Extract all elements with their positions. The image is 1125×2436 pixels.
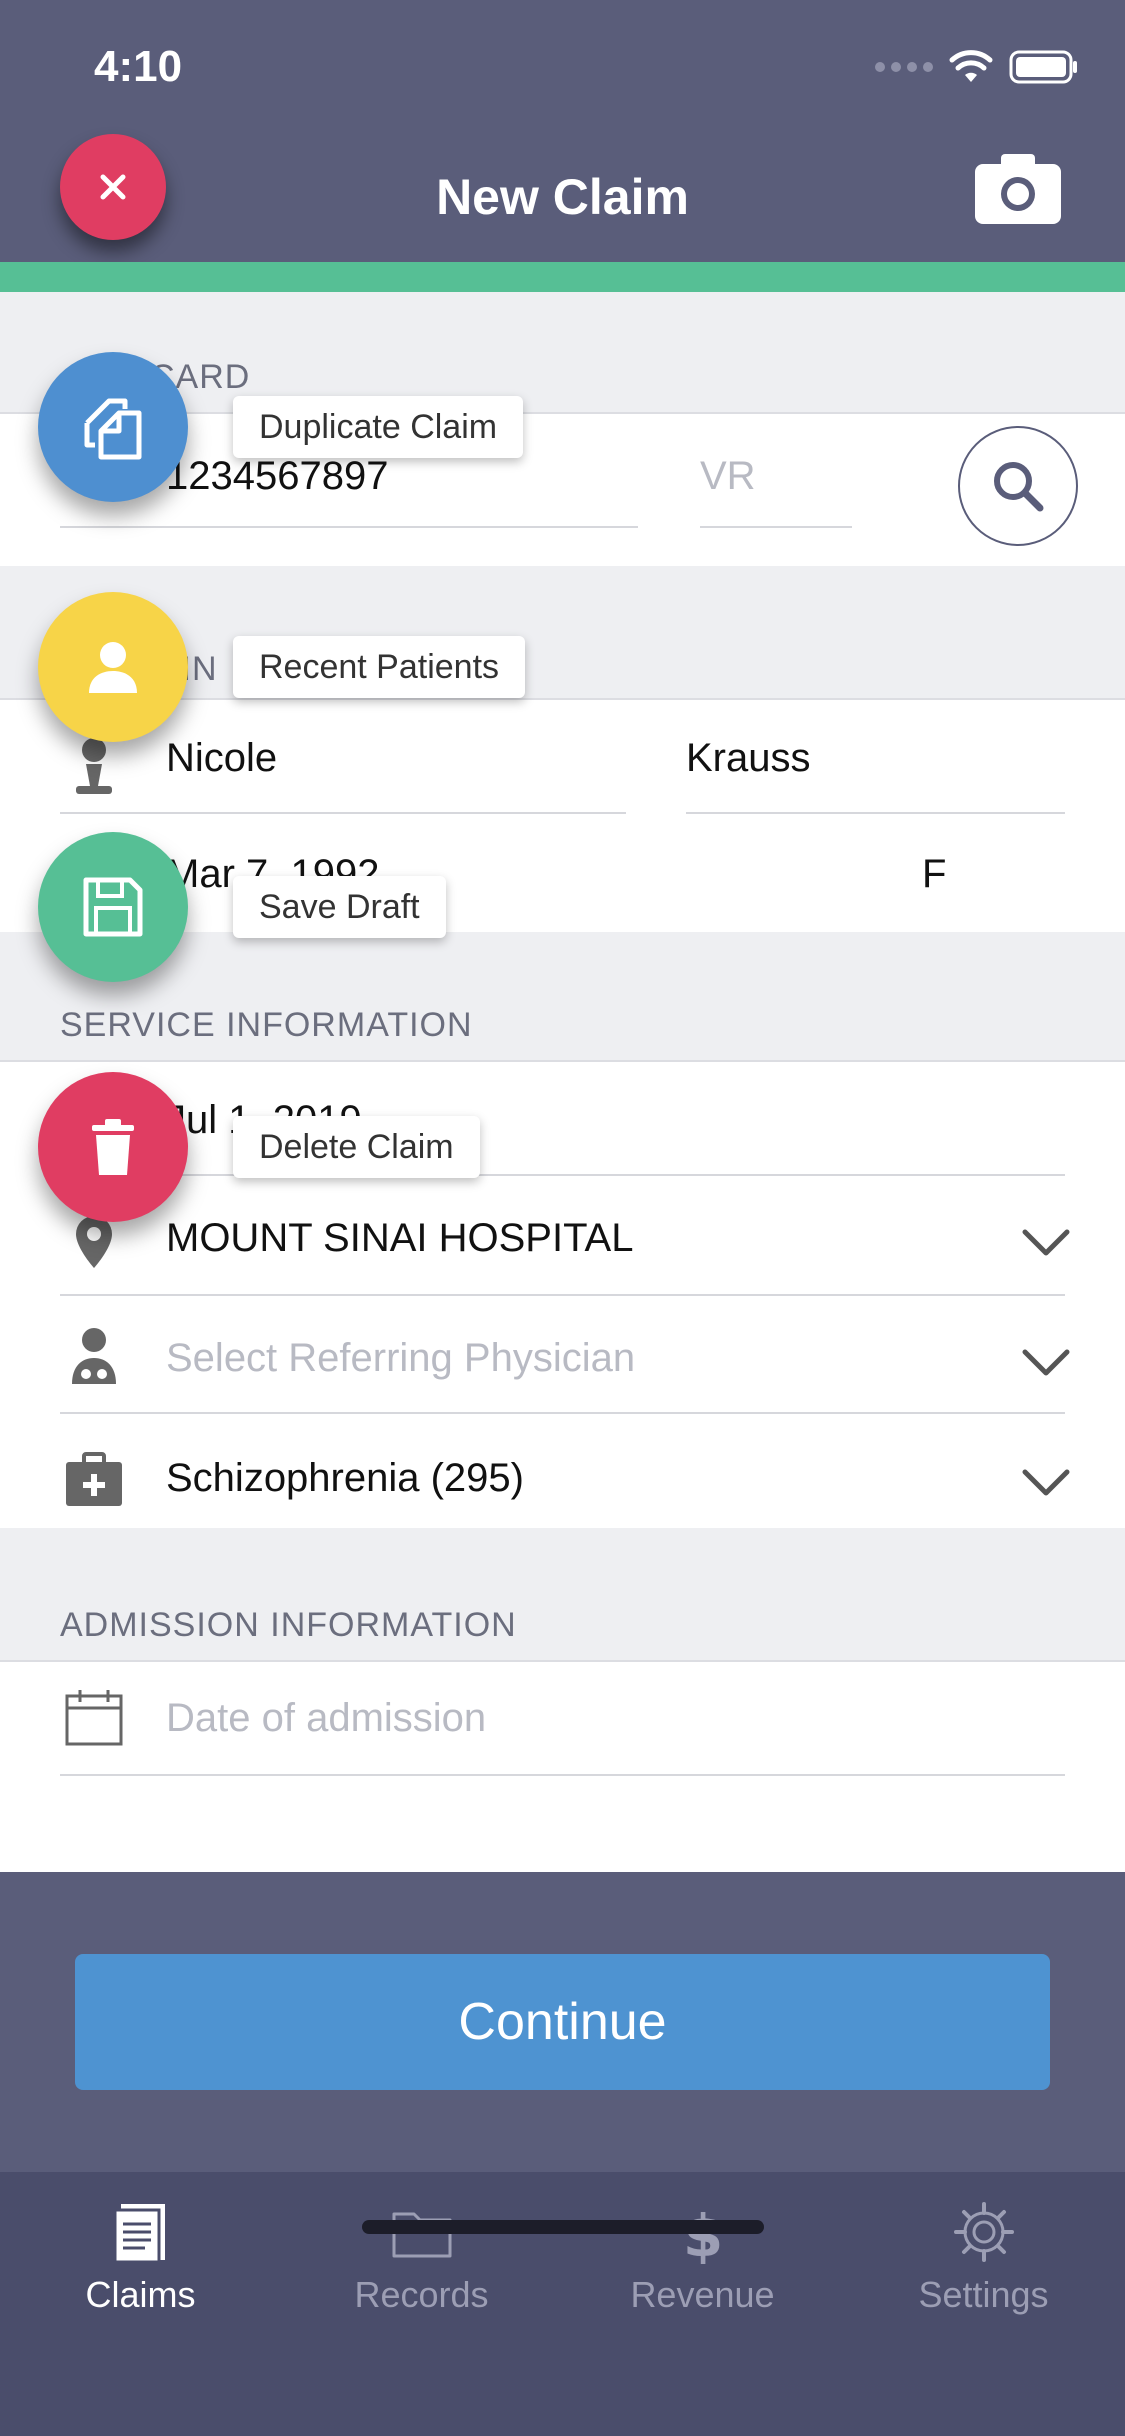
divider xyxy=(60,1412,1065,1414)
home-indicator[interactable] xyxy=(362,2220,764,2234)
doctor-icon xyxy=(72,1328,116,1384)
camera-button[interactable] xyxy=(975,152,1061,224)
status-time: 4:10 xyxy=(94,42,183,91)
first-name-input[interactable]: Nicole xyxy=(166,736,277,781)
accent-bar xyxy=(0,262,1125,292)
admission-panel: Date of admission xyxy=(0,1660,1125,1872)
delete-claim-label[interactable]: Delete Claim xyxy=(233,1116,480,1178)
document-icon xyxy=(113,2204,165,2264)
search-button[interactable] xyxy=(958,426,1078,546)
continue-button[interactable]: Continue xyxy=(75,1954,1050,2090)
header: New Claim xyxy=(0,130,1125,262)
battery-icon xyxy=(1009,50,1077,84)
admission-section-label: ADMISSION INFORMATION xyxy=(60,1606,517,1644)
signal-icon xyxy=(875,62,933,72)
duplicate-claim-label[interactable]: Duplicate Claim xyxy=(233,396,524,458)
last-name-input[interactable]: Krauss xyxy=(686,736,811,781)
version-code-input[interactable]: VR xyxy=(700,454,756,499)
medical-kit-icon xyxy=(66,1452,122,1506)
copy-icon xyxy=(84,398,142,460)
tab-label: Revenue xyxy=(630,2274,775,2315)
recent-patients-button[interactable] xyxy=(38,592,188,742)
chevron-down-icon[interactable] xyxy=(1021,1468,1071,1498)
status-bar: 4:10 xyxy=(0,0,1125,130)
save-draft-label[interactable]: Save Draft xyxy=(233,876,446,938)
person-icon xyxy=(89,642,137,693)
referring-physician-select[interactable]: Select Referring Physician xyxy=(166,1336,635,1381)
tab-claims[interactable]: Claims xyxy=(0,2200,281,2316)
trash-icon xyxy=(92,1119,134,1175)
tab-label: Settings xyxy=(918,2274,1049,2315)
tab-label: Claims xyxy=(85,2274,196,2315)
divider xyxy=(60,1774,1065,1776)
tab-records[interactable]: Records xyxy=(281,2200,562,2316)
tab-settings[interactable]: Settings xyxy=(843,2200,1124,2316)
save-draft-button[interactable] xyxy=(38,832,188,982)
divider xyxy=(60,1294,1065,1296)
tab-bar: Claims Records $ Revenue Settings xyxy=(0,2172,1125,2436)
bottom-action-area: Continue xyxy=(0,1872,1125,2172)
delete-claim-button[interactable] xyxy=(38,1072,188,1222)
floppy-disk-icon xyxy=(83,877,143,937)
sex-select[interactable]: F xyxy=(922,852,946,897)
chevron-down-icon[interactable] xyxy=(1021,1348,1071,1378)
duplicate-claim-button[interactable] xyxy=(38,352,188,502)
divider xyxy=(60,812,626,814)
wifi-icon xyxy=(949,50,993,82)
gear-icon xyxy=(953,2202,1014,2262)
status-icons xyxy=(875,50,1079,84)
divider xyxy=(686,812,1065,814)
camera-icon xyxy=(975,154,1061,224)
person-pin-icon xyxy=(76,738,112,794)
claim-form: CARD 1234567897 VR T IN Nicole Krauss Ma… xyxy=(0,292,1125,1872)
chevron-down-icon[interactable] xyxy=(1021,1228,1071,1258)
health-card-number[interactable]: 1234567897 xyxy=(166,454,388,499)
page-title: New Claim xyxy=(436,169,689,225)
diagnosis-select[interactable]: Schizophrenia (295) xyxy=(166,1456,524,1501)
divider xyxy=(60,1174,1065,1176)
location-select[interactable]: MOUNT SINAI HOSPITAL xyxy=(166,1216,633,1261)
divider xyxy=(60,526,638,528)
admission-date-input[interactable]: Date of admission xyxy=(166,1696,486,1741)
service-section-label: SERVICE INFORMATION xyxy=(60,1006,473,1044)
search-icon xyxy=(994,462,1044,512)
tab-revenue[interactable]: $ Revenue xyxy=(562,2200,843,2316)
tab-label: Records xyxy=(354,2274,489,2315)
calendar-icon xyxy=(65,1690,123,1746)
recent-patients-label[interactable]: Recent Patients xyxy=(233,636,526,698)
divider xyxy=(700,526,852,528)
